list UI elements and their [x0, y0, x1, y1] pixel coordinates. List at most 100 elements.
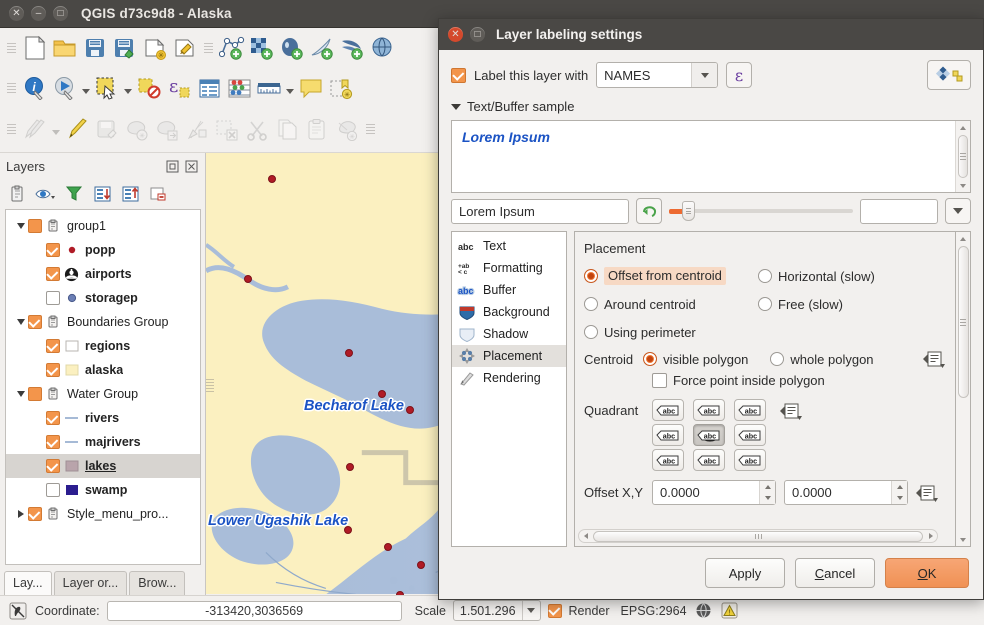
layer-tree-row-rivers[interactable]: rivers: [6, 406, 200, 430]
sample-zoom-slider[interactable]: [669, 200, 853, 222]
canvas-splitter-grip[interactable]: [206, 374, 214, 396]
layer-visibility-checkbox[interactable]: [46, 291, 60, 305]
centroid-visible-polygon-radio[interactable]: visible polygon: [643, 352, 748, 367]
new-print-layout-icon[interactable]: ✳: [140, 33, 170, 63]
map-tips-icon[interactable]: [296, 73, 326, 103]
layer-visibility-checkbox[interactable]: [46, 459, 60, 473]
quadrant-grid[interactable]: abc abc abc abc abc abc abc abc abc: [652, 399, 772, 471]
placement-mode-horizontal-slow[interactable]: Horizontal (slow): [758, 262, 875, 290]
save-layer-edits-icon[interactable]: [92, 114, 122, 144]
layer-visibility-checkbox[interactable]: [46, 435, 60, 449]
layer-tree-row-storagep[interactable]: storagep: [6, 286, 200, 310]
offset-y-step-up[interactable]: [892, 481, 907, 493]
placement-mode-offset-from-centroid[interactable]: Offset from centroid: [584, 262, 758, 290]
chevron-right-icon[interactable]: [14, 507, 28, 521]
layer-visibility-checkbox[interactable]: [46, 411, 60, 425]
toolbar-grip[interactable]: [7, 37, 16, 59]
hscroll-right-icon[interactable]: [924, 533, 937, 539]
quadrant-below-right-button[interactable]: abc: [734, 449, 766, 471]
projection-icon[interactable]: [694, 601, 713, 620]
dialog-tab-placement[interactable]: Placement: [452, 345, 566, 367]
rule-based-labeling-icon[interactable]: [927, 60, 971, 90]
sample-text-input[interactable]: Lorem Ipsum: [451, 198, 629, 224]
ok-button[interactable]: OK: [885, 558, 969, 588]
paste-features-icon[interactable]: [302, 114, 332, 144]
save-project-as-icon[interactable]: [110, 33, 140, 63]
dialog-maximize-button[interactable]: □: [470, 27, 485, 42]
layer-tree-row-majrivers[interactable]: majrivers: [6, 430, 200, 454]
layer-tree-row-swamp[interactable]: swamp: [6, 478, 200, 502]
force-point-checkbox[interactable]: [652, 373, 667, 388]
vertex-tool-icon[interactable]: [182, 114, 212, 144]
delete-selected-icon[interactable]: [212, 114, 242, 144]
force-point-inside-polygon-row[interactable]: Force point inside polygon: [584, 373, 945, 388]
add-postgis-layer-icon[interactable]: [277, 33, 307, 63]
warning-icon[interactable]: !: [720, 601, 739, 620]
scrollbar-thumb[interactable]: [958, 135, 968, 178]
toolbar-grip-2[interactable]: [204, 37, 213, 59]
layer-visibility-checkbox[interactable]: [46, 483, 60, 497]
open-layer-styling-panel-icon[interactable]: [5, 182, 31, 206]
close-icon[interactable]: [183, 158, 199, 174]
data-defined-override-icon-centroid[interactable]: [923, 349, 945, 369]
layer-tree-row-airports[interactable]: airports: [6, 262, 200, 286]
chevron-down-icon[interactable]: [14, 315, 28, 329]
layer-visibility-checkbox[interactable]: [46, 363, 60, 377]
toolbar-grip-4[interactable]: [7, 118, 16, 140]
quadrant-above-left-button[interactable]: abc: [652, 399, 684, 421]
chevron-down-icon-field[interactable]: [691, 63, 718, 87]
toggle-editing-icon[interactable]: [62, 114, 92, 144]
filter-legend-icon[interactable]: [61, 182, 87, 206]
layer-tree-row-water-group[interactable]: Water Group: [6, 382, 200, 406]
cut-features-icon[interactable]: [242, 114, 272, 144]
data-defined-override-icon-offset[interactable]: [916, 483, 938, 503]
window-minimize-button[interactable]: –: [31, 6, 46, 21]
sample-zoom-field[interactable]: [860, 198, 938, 224]
layer-visibility-checkbox[interactable]: [46, 339, 60, 353]
offset-y-step-down[interactable]: [892, 493, 907, 505]
quadrant-above-right-button[interactable]: abc: [734, 399, 766, 421]
label-this-layer-checkbox[interactable]: [451, 67, 466, 83]
layer-visibility-checkbox[interactable]: [46, 267, 60, 281]
select-by-expression-icon[interactable]: ε: [164, 73, 194, 103]
add-wms-layer-icon[interactable]: [367, 33, 397, 63]
vscrollbar-thumb[interactable]: [957, 246, 969, 398]
offset-x-step-down[interactable]: [760, 493, 775, 505]
layer-tree-row-lakes[interactable]: lakes: [6, 454, 200, 478]
data-defined-override-icon-quadrant[interactable]: [780, 401, 802, 421]
offset-x-spinbox[interactable]: 0.0000: [652, 480, 776, 505]
copy-features-icon[interactable]: [272, 114, 302, 144]
hscrollbar-thumb[interactable]: [593, 530, 923, 542]
offset-y-spinbox[interactable]: 0.0000: [784, 480, 908, 505]
dialog-tab-background[interactable]: Background: [452, 301, 566, 323]
render-checkbox[interactable]: [547, 603, 562, 618]
layer-tree-row-popp[interactable]: popp: [6, 238, 200, 262]
layer-tree-row-alaska[interactable]: alaska: [6, 358, 200, 382]
scroll-down-icon[interactable]: [960, 179, 966, 192]
crs-value[interactable]: EPSG:2964: [621, 604, 687, 618]
centroid-whole-polygon-radio[interactable]: whole polygon: [770, 352, 874, 367]
open-attribute-table-icon[interactable]: [194, 73, 224, 103]
quadrant-over-button[interactable]: abc: [693, 424, 725, 446]
manage-layer-visibility-icon[interactable]: [33, 182, 59, 206]
hscroll-left-icon[interactable]: [579, 533, 592, 539]
apply-button[interactable]: Apply: [705, 558, 785, 588]
expand-all-icon[interactable]: [89, 182, 115, 206]
placement-mode-using-perimeter[interactable]: Using perimeter: [584, 318, 758, 346]
undock-icon[interactable]: [164, 158, 180, 174]
quadrant-above-button[interactable]: abc: [693, 399, 725, 421]
chevron-down-icon-3[interactable]: [284, 74, 296, 102]
dialog-tab-formatting[interactable]: +ab < c Formatting: [452, 257, 566, 279]
dialog-sidebar[interactable]: abc Text +ab < c Formatting abc Buffer Backgrou…: [451, 231, 567, 547]
offset-x-step-up[interactable]: [760, 481, 775, 493]
layer-tree-row-group1[interactable]: group1: [6, 214, 200, 238]
quadrant-below-button[interactable]: abc: [693, 449, 725, 471]
select-features-icon[interactable]: [92, 73, 122, 103]
add-polygon-feature-icon[interactable]: ✳: [122, 114, 152, 144]
new-bookmark-icon[interactable]: ✳: [326, 73, 356, 103]
dialog-tab-shadow[interactable]: Shadow: [452, 323, 566, 345]
placement-mode-free-slow[interactable]: Free (slow): [758, 290, 843, 318]
dialog-tab-buffer[interactable]: abc Buffer: [452, 279, 566, 301]
deselect-features-icon[interactable]: [134, 73, 164, 103]
layer-visibility-checkbox[interactable]: [46, 243, 60, 257]
